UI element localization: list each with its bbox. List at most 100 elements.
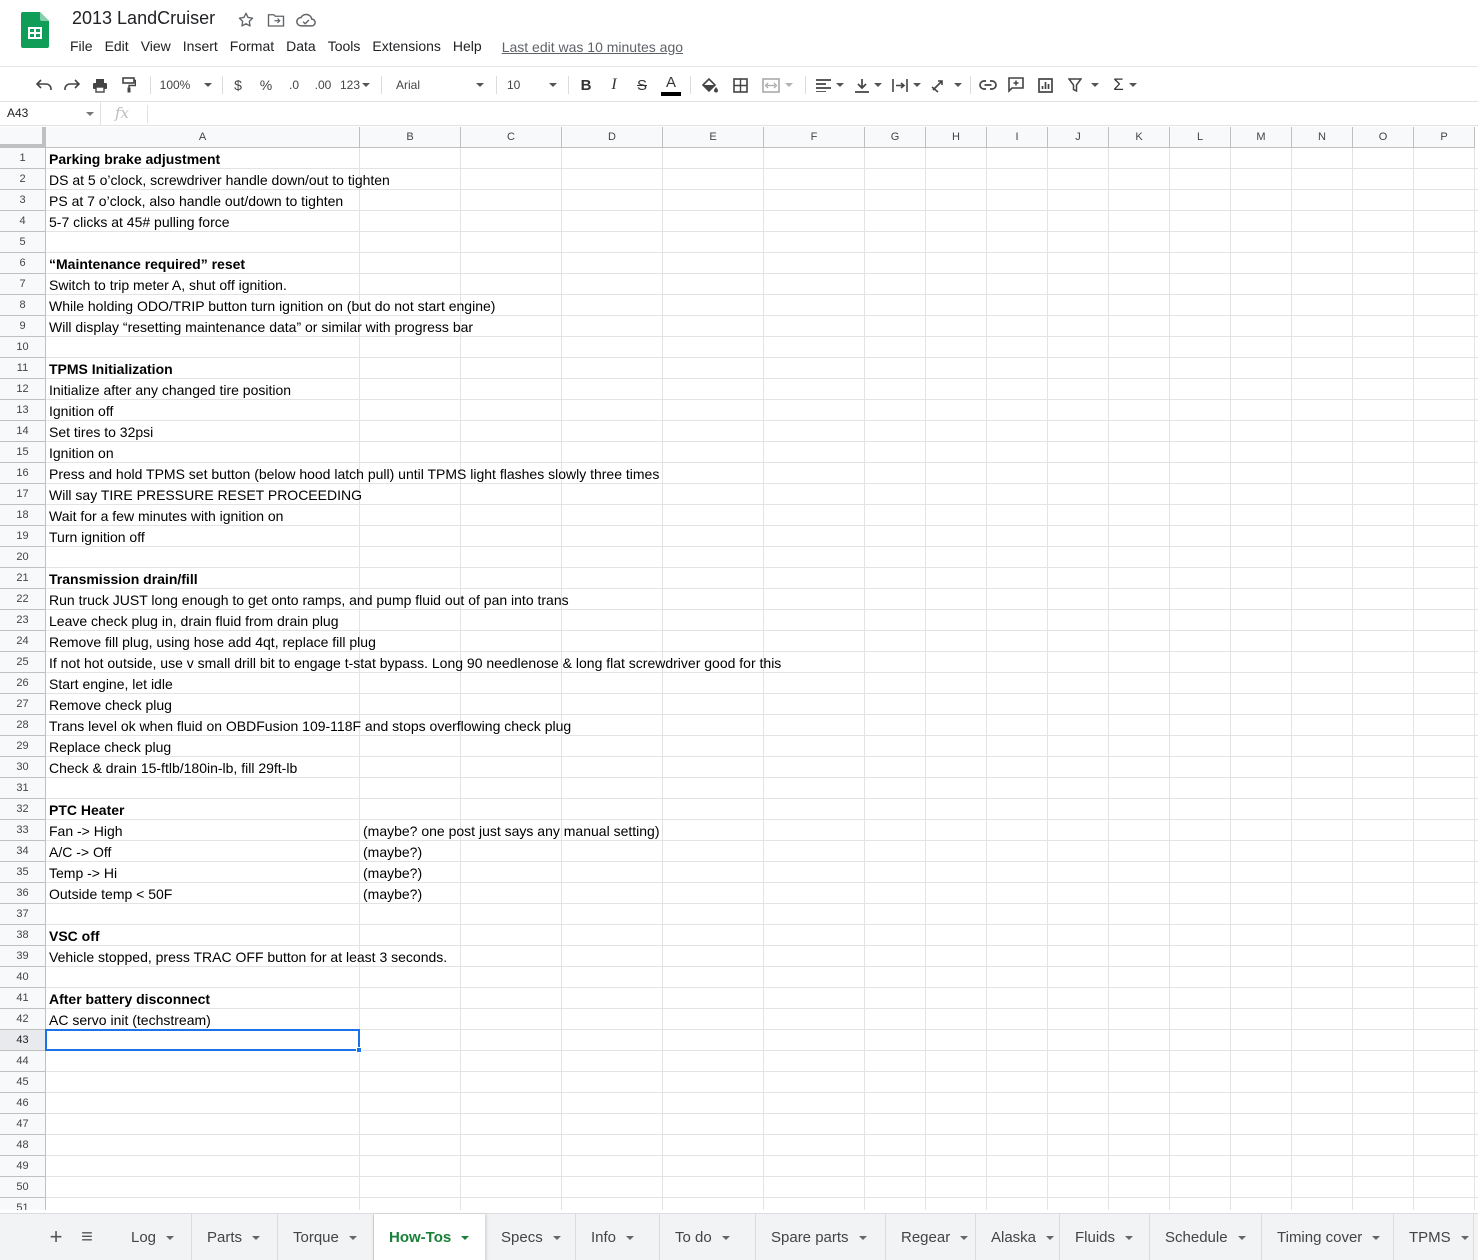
vertical-align-icon[interactable]	[852, 73, 884, 97]
cell-a33[interactable]: Fan -> High	[46, 820, 126, 841]
row-header-39[interactable]: 39	[0, 946, 46, 967]
cell-a42[interactable]: AC servo init (techstream)	[46, 1009, 214, 1030]
sheet-tab-timing-cover[interactable]: Timing cover	[1262, 1214, 1394, 1260]
sheet-tab-alaska[interactable]: Alaska	[976, 1214, 1060, 1260]
percent-format-button[interactable]: %	[256, 73, 276, 97]
chevron-down-icon[interactable]	[252, 1235, 261, 1240]
cell-a16[interactable]: Press and hold TPMS set button (below ho…	[46, 463, 662, 484]
cell-a7[interactable]: Switch to trip meter A, shut off ignitio…	[46, 274, 290, 295]
row-header-3[interactable]: 3	[0, 190, 46, 211]
column-header-d[interactable]: D	[562, 127, 663, 148]
functions-icon[interactable]: Σ	[1110, 73, 1140, 97]
chevron-down-icon[interactable]	[348, 1235, 357, 1240]
cell-a8[interactable]: While holding ODO/TRIP button turn ignit…	[46, 295, 498, 316]
fill-color-icon[interactable]	[698, 73, 720, 97]
row-header-22[interactable]: 22	[0, 589, 46, 610]
cell-b35[interactable]: (maybe?)	[360, 862, 425, 883]
chevron-down-icon[interactable]	[1237, 1235, 1246, 1240]
cell-a1[interactable]: Parking brake adjustment	[46, 148, 223, 169]
row-header-15[interactable]: 15	[0, 442, 46, 463]
row-header-16[interactable]: 16	[0, 463, 46, 484]
cell-a2[interactable]: DS at 5 o’clock, screwdriver handle down…	[46, 169, 393, 190]
column-header-j[interactable]: J	[1048, 127, 1109, 148]
menu-extensions[interactable]: Extensions	[366, 37, 446, 57]
row-header-11[interactable]: 11	[0, 358, 46, 379]
row-header-40[interactable]: 40	[0, 967, 46, 988]
cell-a36[interactable]: Outside temp < 50F	[46, 883, 175, 904]
row-header-32[interactable]: 32	[0, 799, 46, 820]
cell-a3[interactable]: PS at 7 o’clock, also handle out/down to…	[46, 190, 346, 211]
redo-icon[interactable]	[61, 73, 83, 97]
sheet-tab-schedule[interactable]: Schedule	[1150, 1214, 1262, 1260]
row-header-49[interactable]: 49	[0, 1156, 46, 1177]
column-header-e[interactable]: E	[663, 127, 764, 148]
chevron-down-icon[interactable]	[858, 1235, 867, 1240]
menu-data[interactable]: Data	[280, 37, 322, 57]
row-header-17[interactable]: 17	[0, 484, 46, 505]
column-header-i[interactable]: I	[987, 127, 1048, 148]
italic-button[interactable]: I	[603, 73, 625, 97]
row-header-25[interactable]: 25	[0, 652, 46, 673]
cell-b33[interactable]: (maybe? one post just says any manual se…	[360, 820, 663, 841]
row-header-50[interactable]: 50	[0, 1177, 46, 1198]
menu-file[interactable]: File	[64, 37, 99, 57]
chevron-down-icon[interactable]	[552, 1235, 561, 1240]
cell-a6[interactable]: “Maintenance required” reset	[46, 253, 248, 274]
row-header-42[interactable]: 42	[0, 1009, 46, 1030]
cell-a39[interactable]: Vehicle stopped, press TRAC OFF button f…	[46, 946, 450, 967]
menu-insert[interactable]: Insert	[177, 37, 224, 57]
chevron-down-icon[interactable]	[626, 1235, 635, 1240]
cell-a18[interactable]: Wait for a few minutes with ignition on	[46, 505, 286, 526]
cell-a28[interactable]: Trans level ok when fluid on OBDFusion 1…	[46, 715, 574, 736]
star-icon[interactable]	[235, 10, 257, 30]
menu-view[interactable]: View	[135, 37, 177, 57]
column-header-p[interactable]: P	[1414, 127, 1475, 148]
sheet-tab-info[interactable]: Info	[576, 1214, 660, 1260]
insert-chart-icon[interactable]	[1034, 73, 1056, 97]
row-header-13[interactable]: 13	[0, 400, 46, 421]
cell-a38[interactable]: VSC off	[46, 925, 103, 946]
chevron-down-icon[interactable]	[721, 1235, 730, 1240]
font-family-select[interactable]: Arial	[392, 73, 488, 97]
chevron-down-icon[interactable]	[461, 1235, 470, 1240]
move-folder-icon[interactable]	[265, 10, 287, 30]
cell-a30[interactable]: Check & drain 15-ftlb/180in-lb, fill 29f…	[46, 757, 300, 778]
column-header-g[interactable]: G	[865, 127, 926, 148]
cell-a25[interactable]: If not hot outside, use v small drill bi…	[46, 652, 784, 673]
last-edit-link[interactable]: Last edit was 10 minutes ago	[502, 39, 683, 55]
cell-a22[interactable]: Run truck JUST long enough to get onto r…	[46, 589, 572, 610]
cloud-saved-icon[interactable]	[295, 10, 317, 30]
select-all-corner[interactable]	[0, 127, 46, 148]
row-header-35[interactable]: 35	[0, 862, 46, 883]
column-header-b[interactable]: B	[360, 127, 461, 148]
sheet-tab-to-do[interactable]: To do	[660, 1214, 756, 1260]
insert-comment-icon[interactable]	[1005, 73, 1027, 97]
chevron-down-icon[interactable]	[1125, 1235, 1134, 1240]
row-header-33[interactable]: 33	[0, 820, 46, 841]
sheet-tab-tpms[interactable]: TPMS	[1394, 1214, 1474, 1260]
cell-a32[interactable]: PTC Heater	[46, 799, 127, 820]
cell-a12[interactable]: Initialize after any changed tire positi…	[46, 379, 294, 400]
sheet-tab-parts[interactable]: Parts	[192, 1214, 278, 1260]
row-header-18[interactable]: 18	[0, 505, 46, 526]
column-header-c[interactable]: C	[461, 127, 562, 148]
fill-handle[interactable]	[356, 1047, 362, 1053]
cell-a41[interactable]: After battery disconnect	[46, 988, 213, 1009]
row-header-41[interactable]: 41	[0, 988, 46, 1009]
row-header-38[interactable]: 38	[0, 925, 46, 946]
sheet-tab-torque[interactable]: Torque	[278, 1214, 374, 1260]
text-color-button[interactable]: A	[659, 73, 683, 97]
menu-help[interactable]: Help	[447, 37, 488, 57]
row-header-28[interactable]: 28	[0, 715, 46, 736]
menu-edit[interactable]: Edit	[99, 37, 135, 57]
cell-a23[interactable]: Leave check plug in, drain fluid from dr…	[46, 610, 342, 631]
column-header-n[interactable]: N	[1292, 127, 1353, 148]
print-icon[interactable]	[89, 73, 111, 97]
row-header-27[interactable]: 27	[0, 694, 46, 715]
row-header-46[interactable]: 46	[0, 1093, 46, 1114]
name-box[interactable]: A43	[0, 102, 101, 126]
cell-a29[interactable]: Replace check plug	[46, 736, 174, 757]
row-header-7[interactable]: 7	[0, 274, 46, 295]
row-header-21[interactable]: 21	[0, 568, 46, 589]
row-header-30[interactable]: 30	[0, 757, 46, 778]
